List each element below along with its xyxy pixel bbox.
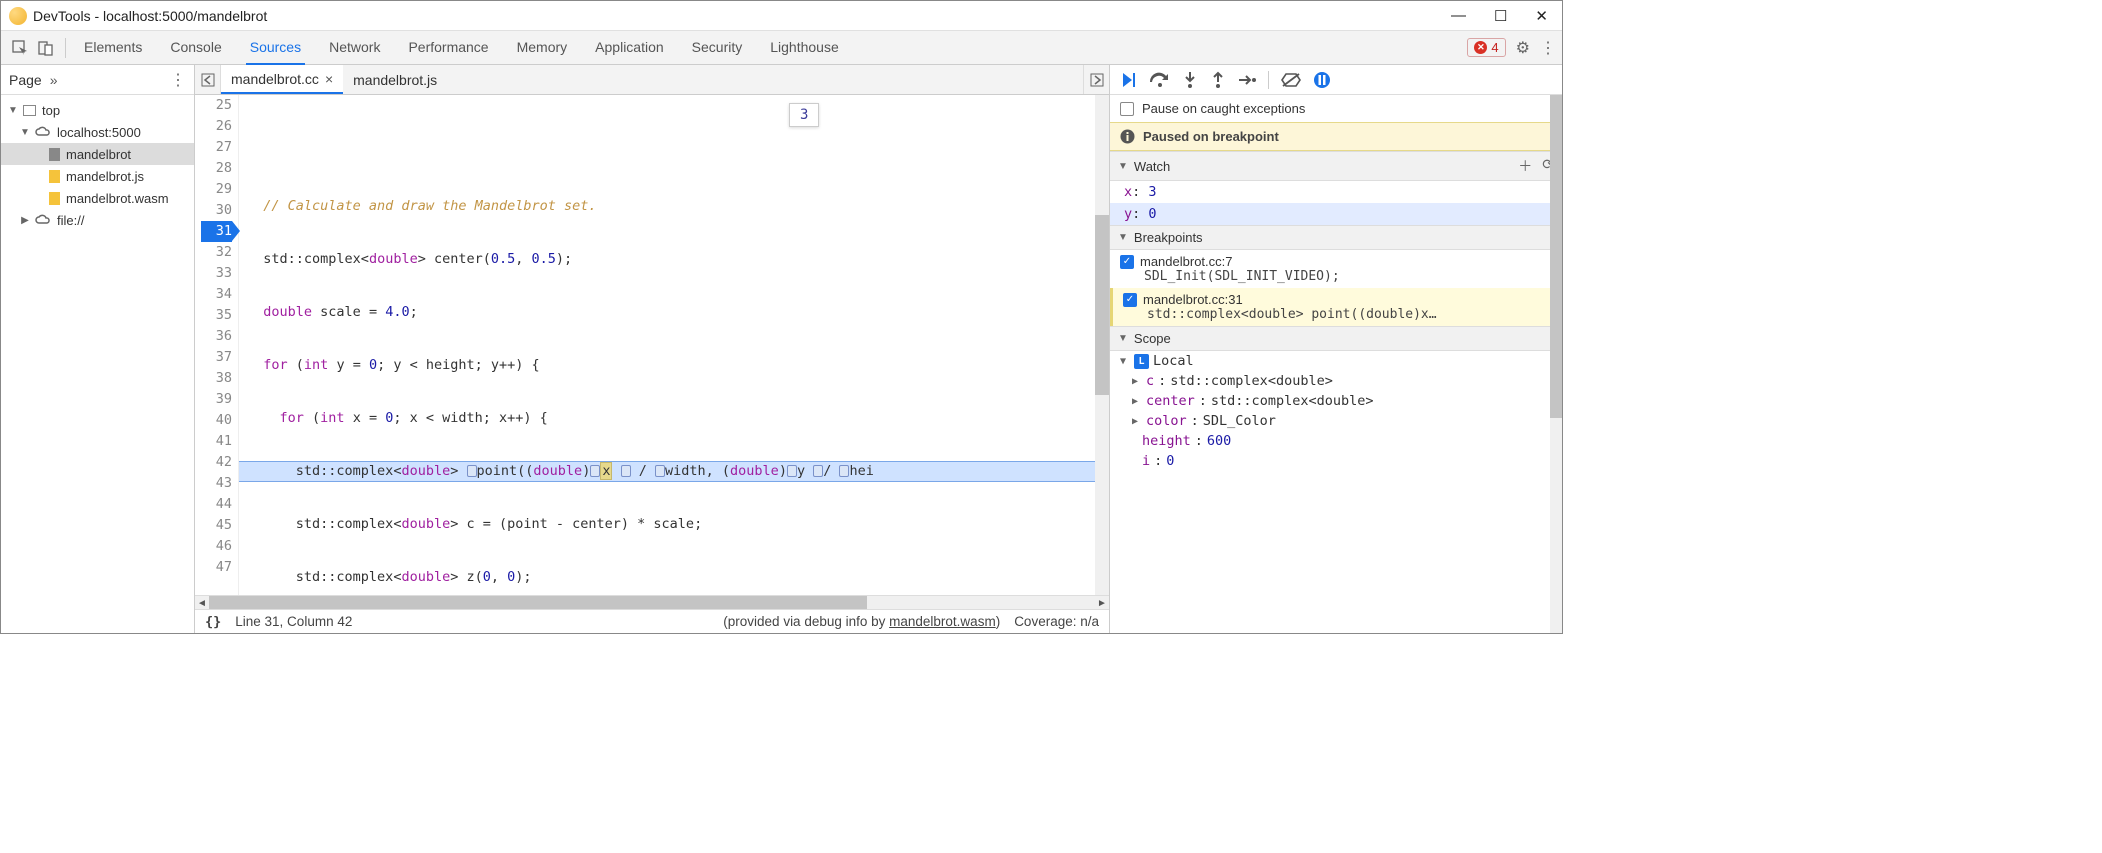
editor-tab-mandelbrot-cc[interactable]: mandelbrot.cc × xyxy=(221,65,343,94)
tree-file-mandelbrot-js[interactable]: mandelbrot.js xyxy=(1,165,194,187)
frame-icon xyxy=(23,105,36,116)
editor-tab-label: mandelbrot.cc xyxy=(231,71,319,87)
tab-security[interactable]: Security xyxy=(688,31,747,65)
debugger-toolbar xyxy=(1110,65,1562,95)
coverage-label: Coverage: n/a xyxy=(1014,614,1099,629)
editor-nav-back-icon[interactable] xyxy=(195,65,221,94)
window-maximize-button[interactable]: ☐ xyxy=(1494,7,1507,25)
error-count-badge[interactable]: ✕ 4 xyxy=(1467,38,1505,57)
navigator-menu-icon[interactable]: ⋮ xyxy=(170,70,186,90)
devtools-logo-icon xyxy=(9,7,27,25)
step-out-icon[interactable] xyxy=(1210,71,1226,89)
pause-on-caught-row[interactable]: Pause on caught exceptions xyxy=(1110,95,1562,122)
tab-sources[interactable]: Sources xyxy=(246,31,305,65)
step-into-icon[interactable] xyxy=(1182,71,1198,89)
scope-local-header[interactable]: ▼L Local xyxy=(1110,351,1562,371)
breakpoints-section-header[interactable]: ▼Breakpoints xyxy=(1110,225,1562,250)
script-icon xyxy=(49,192,60,205)
pause-on-caught-label: Pause on caught exceptions xyxy=(1142,101,1305,116)
navigator-tree: ▼top ▼localhost:5000 mandelbrot mandelbr… xyxy=(1,95,194,633)
editor-tab-mandelbrot-js[interactable]: mandelbrot.js xyxy=(343,65,447,94)
add-watch-icon[interactable]: ＋ xyxy=(1518,156,1532,176)
error-count: 4 xyxy=(1491,40,1498,55)
editor-horizontal-scrollbar[interactable]: ◄ ► xyxy=(195,595,1109,609)
error-icon: ✕ xyxy=(1474,41,1487,54)
watch-item[interactable]: y: 0 xyxy=(1110,203,1562,225)
navigator-more-tabs-icon[interactable]: » xyxy=(50,72,58,88)
inspect-element-icon[interactable] xyxy=(7,35,33,61)
cloud-icon xyxy=(35,125,51,139)
code-editor[interactable]: 2526272829303132333435363738394041424344… xyxy=(195,95,1109,595)
code-content[interactable]: 3 // Calculate and draw the Mandelbrot s… xyxy=(239,95,1109,595)
tree-top-frame[interactable]: ▼top xyxy=(1,99,194,121)
editor-nav-forward-icon[interactable] xyxy=(1083,65,1109,94)
window-minimize-button[interactable]: — xyxy=(1451,7,1466,25)
settings-gear-icon[interactable]: ⚙ xyxy=(1516,38,1530,58)
tab-network[interactable]: Network xyxy=(325,31,384,65)
scope-variable[interactable]: height: 600 xyxy=(1110,431,1562,451)
watch-section-header[interactable]: ▼Watch ＋ ⟳ xyxy=(1110,151,1562,181)
device-toolbar-icon[interactable] xyxy=(33,35,59,61)
tab-performance[interactable]: Performance xyxy=(404,31,492,65)
hover-tooltip: 3 xyxy=(789,103,819,127)
document-icon xyxy=(49,148,60,161)
tab-lighthouse[interactable]: Lighthouse xyxy=(766,31,843,65)
scroll-right-icon[interactable]: ► xyxy=(1095,596,1109,610)
tab-console[interactable]: Console xyxy=(166,31,225,65)
breakpoint-item[interactable]: ✓mandelbrot.cc:7 SDL_Init(SDL_INIT_VIDEO… xyxy=(1110,250,1562,288)
scope-variable[interactable]: ▶center: std::complex<double> xyxy=(1110,391,1562,411)
scope-variable[interactable]: i: 0 xyxy=(1110,451,1562,471)
editor-status-bar: {} Line 31, Column 42 (provided via debu… xyxy=(195,609,1109,633)
resume-icon[interactable] xyxy=(1120,71,1138,89)
script-icon xyxy=(49,170,60,183)
editor-column: mandelbrot.cc × mandelbrot.js 2526272829… xyxy=(195,65,1110,633)
tab-application[interactable]: Application xyxy=(591,31,668,65)
cloud-icon xyxy=(35,213,51,227)
paused-banner: Paused on breakpoint xyxy=(1110,122,1562,151)
step-marker-icon xyxy=(467,465,477,477)
editor-vertical-scrollbar[interactable] xyxy=(1095,95,1109,595)
title-bar: DevTools - localhost:5000/mandelbrot — ☐… xyxy=(1,1,1562,31)
sources-navigator: Page » ⋮ ▼top ▼localhost:5000 mandelbrot… xyxy=(1,65,195,633)
debugger-vertical-scrollbar[interactable] xyxy=(1550,95,1562,633)
kebab-menu-icon[interactable]: ⋮ xyxy=(1540,38,1556,58)
breakpoint-item[interactable]: ✓mandelbrot.cc:31 std::complex<double> p… xyxy=(1110,288,1562,326)
scope-variable[interactable]: ▶c: std::complex<double> xyxy=(1110,371,1562,391)
pretty-print-icon[interactable]: {} xyxy=(205,614,221,630)
tree-file-origin[interactable]: ▶file:// xyxy=(1,209,194,231)
line-gutter[interactable]: 2526272829303132333435363738394041424344… xyxy=(195,95,239,595)
panel-tabs: Elements Console Sources Network Perform… xyxy=(80,31,843,65)
local-badge-icon: L xyxy=(1134,354,1149,369)
window-title: DevTools - localhost:5000/mandelbrot xyxy=(33,8,267,24)
scroll-left-icon[interactable]: ◄ xyxy=(195,596,209,610)
navigator-heading[interactable]: Page xyxy=(9,72,42,88)
breakpoint-checkbox[interactable]: ✓ xyxy=(1123,293,1137,307)
close-tab-icon[interactable]: × xyxy=(325,71,333,87)
tab-memory[interactable]: Memory xyxy=(513,31,572,65)
tab-elements[interactable]: Elements xyxy=(80,31,146,65)
tree-file-mandelbrot[interactable]: mandelbrot xyxy=(1,143,194,165)
step-over-icon[interactable] xyxy=(1150,72,1170,88)
watch-item[interactable]: x: 3 xyxy=(1110,181,1562,203)
breakpoint-checkbox[interactable]: ✓ xyxy=(1120,255,1134,269)
debugger-pane: Pause on caught exceptions Paused on bre… xyxy=(1110,65,1562,633)
scope-variable[interactable]: ▶color: SDL_Color xyxy=(1110,411,1562,431)
pause-on-caught-checkbox[interactable] xyxy=(1120,102,1134,116)
step-icon[interactable] xyxy=(1238,73,1256,87)
deactivate-breakpoints-icon[interactable] xyxy=(1281,72,1301,88)
window-close-button[interactable]: ✕ xyxy=(1535,7,1548,25)
scope-section-header[interactable]: ▼Scope xyxy=(1110,326,1562,351)
tree-origin[interactable]: ▼localhost:5000 xyxy=(1,121,194,143)
toolbar-divider xyxy=(65,38,66,58)
tree-file-mandelbrot-wasm[interactable]: mandelbrot.wasm xyxy=(1,187,194,209)
info-icon xyxy=(1120,129,1135,144)
debug-info-label: (provided via debug info by mandelbrot.w… xyxy=(723,614,1000,629)
main-toolbar: Elements Console Sources Network Perform… xyxy=(1,31,1562,65)
cursor-position: Line 31, Column 42 xyxy=(235,614,352,629)
editor-tab-label: mandelbrot.js xyxy=(353,72,437,88)
pause-on-exceptions-icon[interactable] xyxy=(1313,71,1331,89)
debug-source-link[interactable]: mandelbrot.wasm xyxy=(889,614,996,629)
